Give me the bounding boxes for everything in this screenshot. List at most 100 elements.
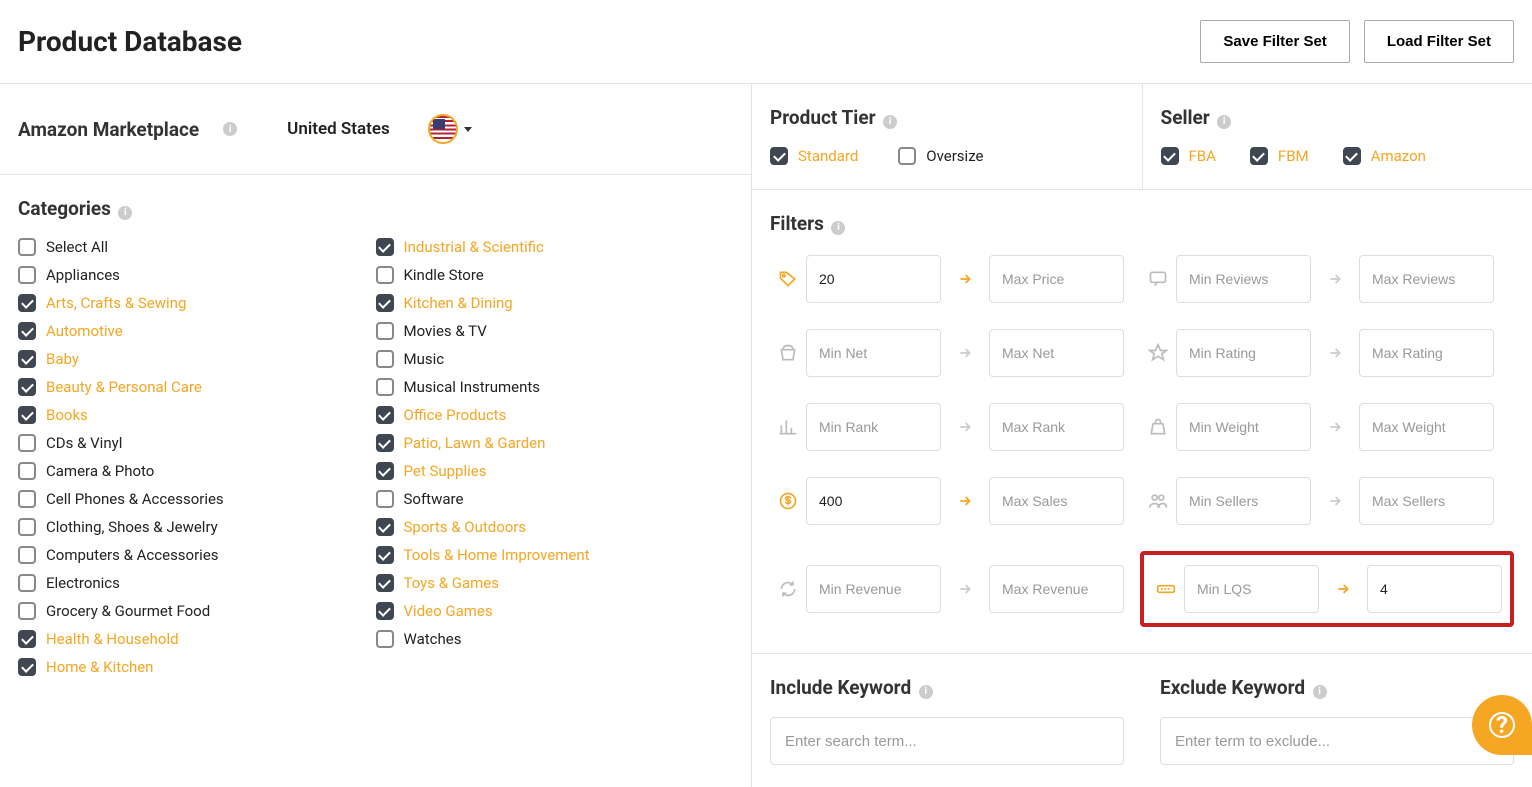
category-checkbox[interactable]: Baby (18, 350, 376, 368)
checkbox-label: Tools & Home Improvement (404, 546, 590, 564)
checkbox-icon (898, 147, 916, 165)
filter-min-input[interactable] (1176, 403, 1311, 451)
category-checkbox[interactable]: Patio, Lawn & Garden (376, 434, 734, 452)
filter-min-input[interactable] (806, 255, 941, 303)
help-button[interactable]: ? (1472, 695, 1532, 755)
category-checkbox[interactable]: Video Games (376, 602, 734, 620)
exclude-keyword-label: Exclude Keyword (1160, 676, 1305, 699)
category-checkbox[interactable]: Health & Household (18, 630, 376, 648)
category-checkbox[interactable]: Camera & Photo (18, 462, 376, 480)
checkbox-icon (1161, 147, 1179, 165)
arrow-right-icon (1319, 581, 1367, 597)
filter-max-input[interactable] (989, 477, 1124, 525)
category-checkbox[interactable]: Music (376, 350, 734, 368)
filter-max-input[interactable] (1359, 329, 1494, 377)
checkbox-label: Grocery & Gourmet Food (46, 602, 210, 620)
chart-icon (770, 417, 806, 437)
checkbox-icon (376, 322, 394, 340)
filter-min-input[interactable] (806, 565, 941, 613)
checkbox-label: Office Products (404, 406, 507, 424)
category-checkbox[interactable]: Grocery & Gourmet Food (18, 602, 376, 620)
checkbox-label: Industrial & Scientific (404, 238, 544, 256)
help-icon: ? (1489, 712, 1515, 738)
checkbox-label: Camera & Photo (46, 462, 154, 480)
category-checkbox[interactable]: Select All (18, 238, 376, 256)
tag-icon (770, 269, 806, 289)
load-filter-set-button[interactable]: Load Filter Set (1364, 20, 1514, 63)
seller-checkbox[interactable]: Amazon (1343, 147, 1426, 165)
category-checkbox[interactable]: CDs & Vinyl (18, 434, 376, 452)
include-keyword-input[interactable] (770, 717, 1124, 765)
category-checkbox[interactable]: Tools & Home Improvement (376, 546, 734, 564)
save-filter-set-button[interactable]: Save Filter Set (1200, 20, 1349, 63)
filter-row (770, 255, 1514, 303)
arrow-right-icon (1311, 271, 1359, 287)
filter-row (770, 403, 1514, 451)
filter-min-input[interactable] (1184, 565, 1319, 613)
category-checkbox[interactable]: Books (18, 406, 376, 424)
seller-checkbox[interactable]: FBA (1161, 147, 1216, 165)
filter-min-input[interactable] (1176, 255, 1311, 303)
checkbox-label: Pet Supplies (404, 462, 487, 480)
category-checkbox[interactable]: Musical Instruments (376, 378, 734, 396)
filter-min-input[interactable] (1176, 329, 1311, 377)
category-checkbox[interactable]: Home & Kitchen (18, 658, 376, 676)
category-checkbox[interactable]: Clothing, Shoes & Jewelry (18, 518, 376, 536)
category-checkbox[interactable]: Appliances (18, 266, 376, 284)
category-checkbox[interactable]: Toys & Games (376, 574, 734, 592)
info-icon: i (1217, 115, 1231, 129)
filter-max-input[interactable] (1359, 403, 1494, 451)
category-checkbox[interactable]: Arts, Crafts & Sewing (18, 294, 376, 312)
product-tier-checkbox[interactable]: Oversize (898, 147, 983, 165)
checkbox-icon (376, 602, 394, 620)
category-checkbox[interactable]: Watches (376, 630, 734, 648)
filter-max-input[interactable] (989, 403, 1124, 451)
checkbox-icon (376, 406, 394, 424)
category-checkbox[interactable]: Computers & Accessories (18, 546, 376, 564)
checkbox-label: Movies & TV (404, 322, 487, 340)
filter-row (770, 329, 1514, 377)
filter-min-input[interactable] (806, 329, 941, 377)
category-checkbox[interactable]: Beauty & Personal Care (18, 378, 376, 396)
filter-max-input[interactable] (1359, 255, 1494, 303)
lqs-icon (1148, 579, 1184, 599)
dollar-icon (770, 491, 806, 511)
category-checkbox[interactable]: Kindle Store (376, 266, 734, 284)
filter-max-input[interactable] (989, 255, 1124, 303)
exclude-keyword-input[interactable] (1160, 717, 1514, 765)
filter-max-input[interactable] (1367, 565, 1502, 613)
users-icon (1140, 491, 1176, 511)
checkbox-label: Sports & Outdoors (404, 518, 527, 536)
category-checkbox[interactable]: Kitchen & Dining (376, 294, 734, 312)
filter-max-input[interactable] (989, 565, 1124, 613)
filter-max-input[interactable] (1359, 477, 1494, 525)
arrow-right-icon (941, 345, 989, 361)
checkbox-label: Music (404, 350, 445, 368)
checkbox-label: Select All (46, 238, 108, 256)
category-checkbox[interactable]: Automotive (18, 322, 376, 340)
checkbox-label: Electronics (46, 574, 120, 592)
category-checkbox[interactable]: Pet Supplies (376, 462, 734, 480)
checkbox-label: Appliances (46, 266, 120, 284)
category-checkbox[interactable]: Sports & Outdoors (376, 518, 734, 536)
info-icon: i (223, 122, 237, 136)
category-checkbox[interactable]: Electronics (18, 574, 376, 592)
marketplace-selector[interactable] (428, 114, 472, 144)
checkbox-icon (376, 630, 394, 648)
checkbox-icon (376, 266, 394, 284)
arrow-right-icon (941, 581, 989, 597)
product-tier-checkbox[interactable]: Standard (770, 147, 858, 165)
seller-checkbox[interactable]: FBM (1250, 147, 1309, 165)
checkbox-label: Baby (46, 350, 79, 368)
filter-min-input[interactable] (806, 477, 941, 525)
category-checkbox[interactable]: Software (376, 490, 734, 508)
arrow-right-icon (941, 271, 989, 287)
filter-max-input[interactable] (989, 329, 1124, 377)
filter-min-input[interactable] (806, 403, 941, 451)
category-checkbox[interactable]: Cell Phones & Accessories (18, 490, 376, 508)
filter-min-input[interactable] (1176, 477, 1311, 525)
category-checkbox[interactable]: Office Products (376, 406, 734, 424)
filters-label: Filters (770, 212, 824, 235)
category-checkbox[interactable]: Movies & TV (376, 322, 734, 340)
category-checkbox[interactable]: Industrial & Scientific (376, 238, 734, 256)
